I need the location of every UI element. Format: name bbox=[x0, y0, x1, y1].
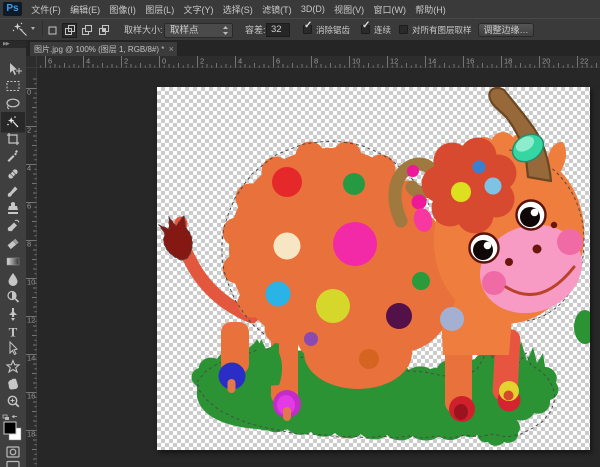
svg-text:4: 4 bbox=[27, 164, 31, 173]
svg-text:6: 6 bbox=[27, 202, 31, 211]
svg-text:0: 0 bbox=[27, 88, 31, 97]
svg-text:18: 18 bbox=[504, 57, 512, 66]
svg-text:18: 18 bbox=[27, 430, 35, 439]
svg-text:6: 6 bbox=[276, 57, 280, 66]
svg-text:10: 10 bbox=[352, 57, 360, 66]
svg-text:10: 10 bbox=[27, 278, 35, 287]
svg-text:2: 2 bbox=[27, 126, 31, 135]
svg-text:T: T bbox=[9, 325, 18, 340]
svg-text:0: 0 bbox=[162, 57, 166, 66]
svg-text:22: 22 bbox=[580, 57, 588, 66]
svg-text:12: 12 bbox=[390, 57, 398, 66]
svg-text:20: 20 bbox=[542, 57, 550, 66]
svg-text:2: 2 bbox=[124, 57, 128, 66]
svg-text:8: 8 bbox=[314, 57, 318, 66]
svg-text:14: 14 bbox=[27, 354, 35, 363]
svg-text:16: 16 bbox=[466, 57, 474, 66]
svg-text:16: 16 bbox=[27, 392, 35, 401]
svg-text:4: 4 bbox=[86, 57, 90, 66]
svg-text:2: 2 bbox=[200, 57, 204, 66]
svg-text:14: 14 bbox=[428, 57, 436, 66]
svg-text:4: 4 bbox=[238, 57, 242, 66]
svg-text:8: 8 bbox=[27, 240, 31, 249]
svg-text:6: 6 bbox=[48, 57, 52, 66]
svg-text:12: 12 bbox=[27, 316, 35, 325]
